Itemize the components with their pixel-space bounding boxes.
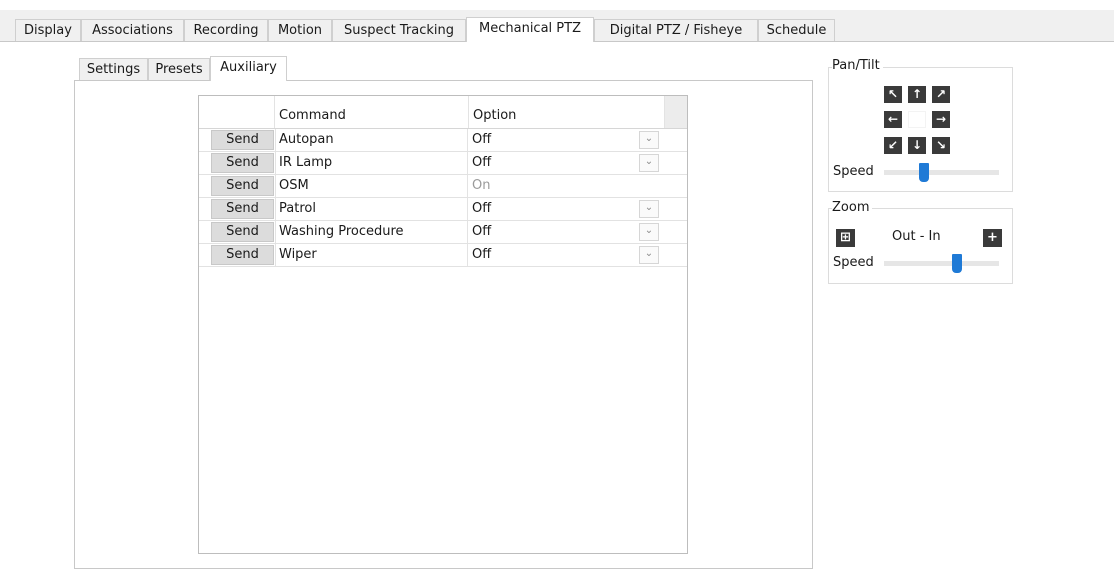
arrow-up-icon[interactable]: ↑ (908, 86, 926, 103)
pan-tilt-title: Pan/Tilt (832, 58, 883, 73)
send-button[interactable]: Send (211, 153, 274, 173)
tab-digital-ptz-fisheye[interactable]: Digital PTZ / Fisheye (594, 19, 758, 41)
tab-display[interactable]: Display (15, 19, 81, 41)
pan-tilt-speed-thumb[interactable] (918, 163, 929, 182)
command-cell: Wiper (275, 244, 468, 266)
chevron-down-icon[interactable]: ⌄ (639, 131, 659, 149)
table-row: Send Patrol Off ⌄ (199, 198, 687, 221)
tab-motion[interactable]: Motion (268, 19, 332, 41)
subtab-presets[interactable]: Presets (148, 58, 210, 80)
command-cell: Patrol (275, 198, 468, 220)
zoom-speed-slider[interactable] (884, 261, 999, 266)
send-button[interactable]: Send (211, 130, 274, 150)
option-select[interactable]: Off (469, 198, 664, 220)
arrow-right-icon[interactable]: → (932, 111, 950, 128)
table-row: Send OSM On (199, 175, 687, 198)
tab-suspect-tracking[interactable]: Suspect Tracking (332, 19, 466, 41)
command-cell: Autopan (275, 129, 468, 151)
chevron-down-icon[interactable]: ⌄ (639, 154, 659, 172)
pan-tilt-speed-slider[interactable] (884, 170, 999, 175)
chevron-down-icon[interactable]: ⌄ (639, 246, 659, 264)
send-button[interactable]: Send (211, 176, 274, 196)
zoom-range-label: Out - In (892, 229, 944, 244)
table-row: Send IR Lamp Off ⌄ (199, 152, 687, 175)
option-value-disabled: On (472, 178, 491, 193)
tab-mechanical-ptz[interactable]: Mechanical PTZ (466, 17, 594, 42)
pan-tilt-center (908, 111, 926, 128)
subtab-auxiliary[interactable]: Auxiliary (210, 56, 287, 81)
command-cell: IR Lamp (275, 152, 468, 174)
header-option: Option (469, 96, 665, 128)
tab-associations[interactable]: Associations (81, 19, 184, 41)
subtab-settings[interactable]: Settings (79, 58, 148, 80)
table-row: Send Autopan Off ⌄ (199, 129, 687, 152)
chevron-down-icon[interactable]: ⌄ (639, 200, 659, 218)
zoom-title: Zoom (832, 200, 873, 215)
command-cell: Washing Procedure (275, 221, 468, 243)
command-cell: OSM (275, 175, 468, 197)
arrow-up-left-icon[interactable]: ↖ (884, 86, 902, 103)
arrow-down-icon[interactable]: ↓ (908, 137, 926, 154)
zoom-in-icon[interactable]: + (983, 229, 1002, 247)
arrow-left-icon[interactable]: ← (884, 111, 902, 128)
arrow-up-right-icon[interactable]: ↗ (932, 86, 950, 103)
zoom-speed-label: Speed (833, 255, 877, 270)
header-filler (665, 96, 687, 128)
option-select[interactable]: Off (469, 129, 664, 151)
zoom-out-icon[interactable]: ⊞ (836, 229, 855, 247)
option-select[interactable]: Off (469, 221, 664, 243)
option-select[interactable]: Off (469, 152, 664, 174)
tab-recording[interactable]: Recording (184, 19, 268, 41)
table-row: Send Washing Procedure Off ⌄ (199, 221, 687, 244)
arrow-down-right-icon[interactable]: ↘ (932, 137, 950, 154)
table-row: Send Wiper Off ⌄ (199, 244, 687, 267)
pan-tilt-speed-label: Speed (833, 164, 877, 179)
grid-header: Command Option (199, 96, 687, 129)
auxiliary-command-grid: Command Option Send Autopan Off ⌄ Send I… (198, 95, 688, 554)
header-send (199, 96, 275, 128)
top-tab-bar: Display Associations Recording Motion Su… (0, 10, 1114, 42)
send-button[interactable]: Send (211, 245, 274, 265)
zoom-speed-thumb[interactable] (952, 254, 963, 273)
tab-schedule[interactable]: Schedule (758, 19, 835, 41)
send-button[interactable]: Send (211, 199, 274, 219)
send-button[interactable]: Send (211, 222, 274, 242)
arrow-down-left-icon[interactable]: ↙ (884, 137, 902, 154)
option-select[interactable]: Off (469, 244, 664, 266)
header-command: Command (275, 96, 469, 128)
chevron-down-icon[interactable]: ⌄ (639, 223, 659, 241)
